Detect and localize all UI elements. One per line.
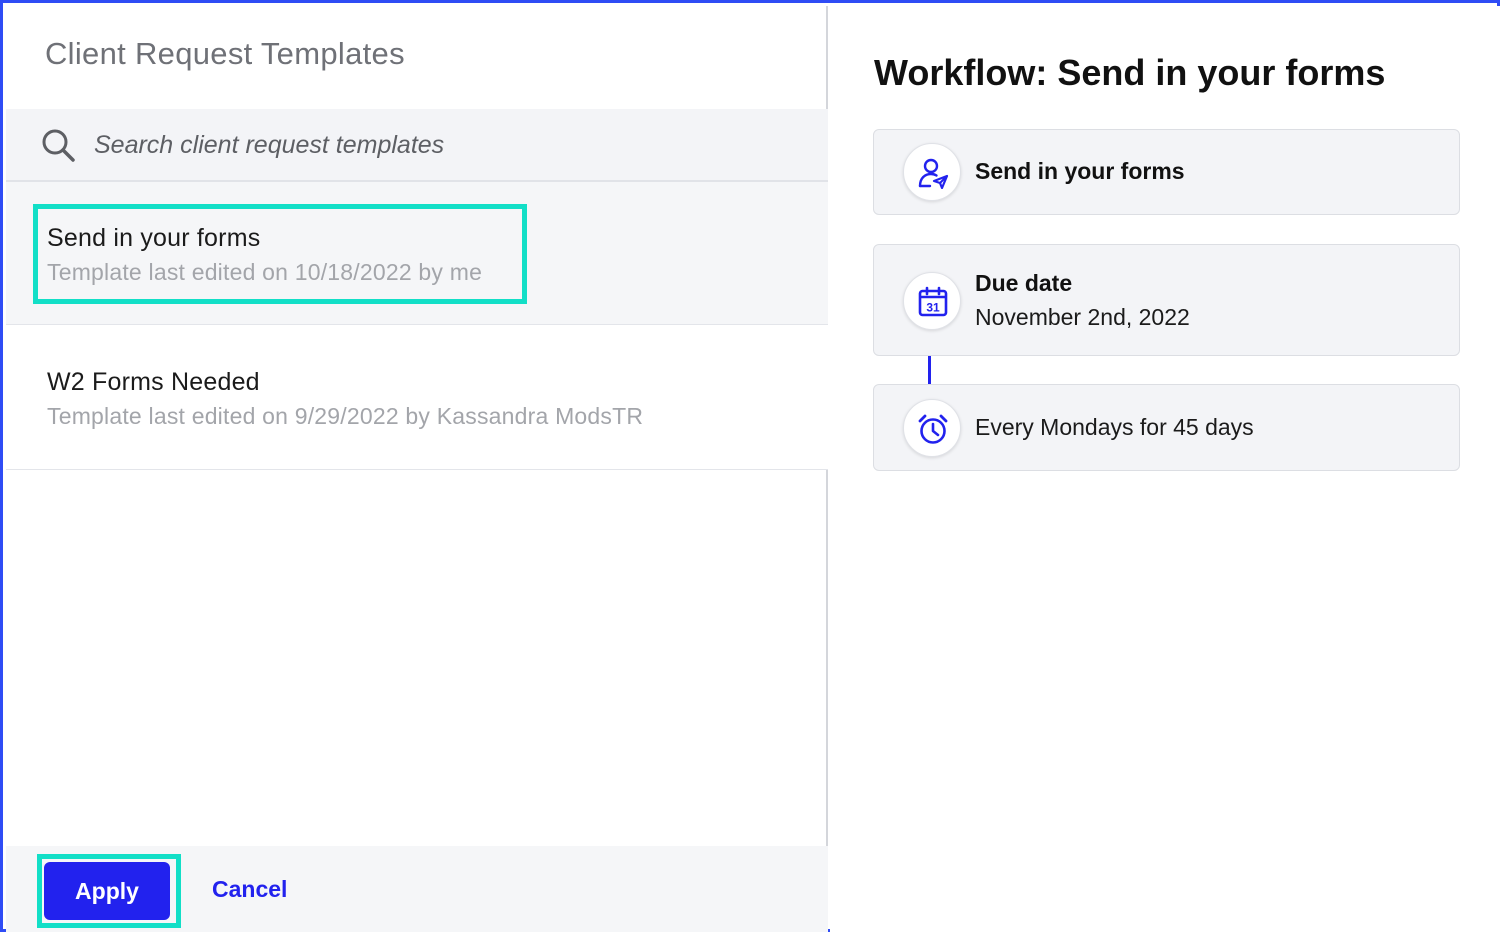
- template-title: Send in your forms: [47, 224, 261, 252]
- search-bar: [6, 109, 828, 182]
- workflow-panel: Workflow: Send in your forms Send in you…: [830, 6, 1500, 932]
- template-list: Send in your forms Template last edited …: [6, 182, 828, 470]
- step-label: Due date: [975, 270, 1073, 296]
- template-row-send-in-your-forms[interactable]: Send in your forms Template last edited …: [6, 182, 828, 325]
- workflow-title: Workflow: Send in your forms: [874, 52, 1386, 93]
- cancel-button[interactable]: Cancel: [212, 876, 287, 903]
- template-subtitle: Template last edited on 9/29/2022 by Kas…: [47, 403, 644, 429]
- step-icon-circle: [903, 399, 961, 457]
- templates-panel: Client Request Templates Send in your fo…: [6, 6, 828, 932]
- calendar-day: 31: [926, 301, 940, 315]
- calendar-icon: 31: [918, 286, 948, 317]
- search-icon: [42, 129, 75, 162]
- step-icon-circle: 31: [903, 272, 961, 330]
- alarm-clock-icon: [918, 414, 948, 444]
- template-row-w2-forms-needed[interactable]: W2 Forms Needed Template last edited on …: [6, 325, 828, 470]
- due-date-value: November 2nd, 2022: [975, 304, 1190, 330]
- user-send-icon: [918, 158, 949, 189]
- workflow-step-reminder: Every Mondays for 45 days: [873, 384, 1460, 471]
- step-icon-circle: [903, 143, 961, 201]
- search-input[interactable]: [94, 125, 794, 165]
- workflow-step-send-forms: Send in your forms: [873, 129, 1460, 215]
- step-label: Send in your forms: [975, 158, 1185, 184]
- selection-highlight: [33, 204, 527, 304]
- panel-footer: Apply Cancel: [6, 846, 828, 932]
- template-title: W2 Forms Needed: [47, 368, 260, 396]
- reminder-text: Every Mondays for 45 days: [975, 414, 1254, 440]
- panel-title: Client Request Templates: [45, 36, 405, 71]
- app-frame: Client Request Templates Send in your fo…: [0, 0, 1500, 932]
- workflow-step-due-date: 31 Due date November 2nd, 2022: [873, 244, 1460, 356]
- template-subtitle: Template last edited on 10/18/2022 by me: [47, 259, 483, 285]
- apply-button[interactable]: Apply: [44, 862, 170, 920]
